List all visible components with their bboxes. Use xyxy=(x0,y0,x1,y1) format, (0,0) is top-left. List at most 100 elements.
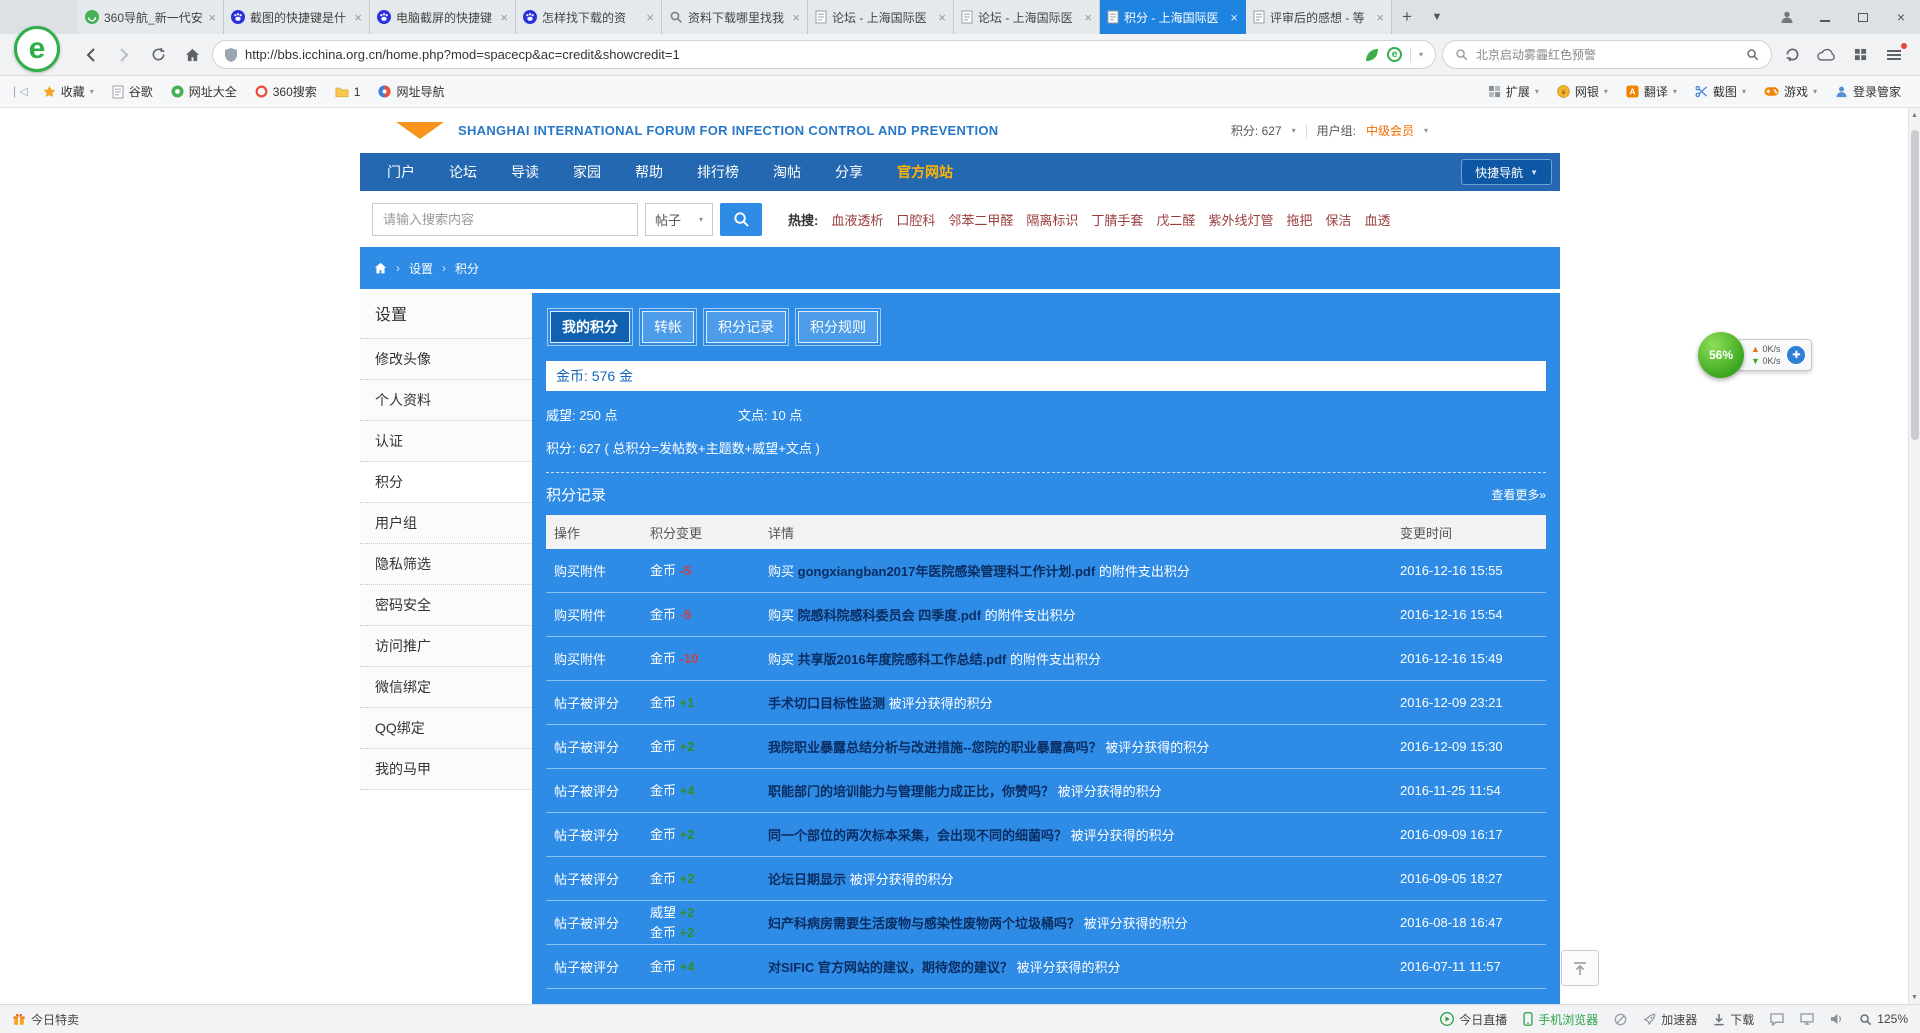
breadcrumb-link[interactable]: 设置 xyxy=(409,260,433,277)
sidebar-item[interactable]: 积分 xyxy=(360,462,532,503)
credit-tab[interactable]: 积分规则 xyxy=(798,311,878,343)
sidebar-item[interactable]: 用户组 xyxy=(360,503,532,544)
hot-search-link[interactable]: 丁腈手套 xyxy=(1091,210,1143,229)
view-more-link[interactable]: 查看更多» xyxy=(1491,486,1546,503)
forum-nav-item[interactable]: 家园 xyxy=(556,153,618,191)
home-icon[interactable] xyxy=(374,262,387,275)
hot-search-link[interactable]: 隔离标识 xyxy=(1026,210,1078,229)
sidebar-item[interactable]: 隐私筛选 xyxy=(360,544,532,585)
sidebar-item[interactable]: 我的马甲 xyxy=(360,749,532,790)
forum-nav-item[interactable]: 门户 xyxy=(370,153,432,191)
zoom-control[interactable]: 125% xyxy=(1859,1012,1908,1026)
minimize-button[interactable] xyxy=(1806,0,1844,34)
breadcrumb-link[interactable]: 积分 xyxy=(455,260,479,277)
forum-search-input[interactable] xyxy=(372,203,638,236)
status-tool-rocket[interactable]: 加速器 xyxy=(1643,1011,1697,1028)
collapse-bookmarks-icon[interactable]: ❘◁ xyxy=(10,85,28,98)
url-text[interactable]: http://bbs.icchina.org.cn/home.php?mod=s… xyxy=(245,47,1357,62)
hot-search-link[interactable]: 邻苯二甲醛 xyxy=(948,210,1013,229)
toolbar-item[interactable]: ¥网银▾ xyxy=(1548,76,1617,107)
bookmark-item[interactable]: 网址导航 xyxy=(369,76,453,107)
browser-tab[interactable]: 怎样找下载的资× xyxy=(516,0,662,34)
account-icon[interactable] xyxy=(1768,0,1806,34)
forum-nav-item[interactable]: 排行榜 xyxy=(680,153,756,191)
page-speedup-leaf-icon[interactable] xyxy=(1365,48,1379,62)
sidebar-item[interactable]: 密码安全 xyxy=(360,585,532,626)
browser-tab[interactable]: 论坛 - 上海国际医× xyxy=(954,0,1100,34)
forum-nav-item[interactable]: 论坛 xyxy=(432,153,494,191)
forum-nav-item[interactable]: 帮助 xyxy=(618,153,680,191)
forum-nav-item[interactable]: 官方网站 xyxy=(880,153,970,191)
page-scrollbar[interactable]: ▲ ▼ xyxy=(1908,108,1920,1004)
hot-search-link[interactable]: 戊二醛 xyxy=(1156,210,1195,229)
credit-tab[interactable]: 积分记录 xyxy=(706,311,786,343)
forum-nav-item[interactable]: 淘帖 xyxy=(756,153,818,191)
tab-close-icon[interactable]: × xyxy=(938,11,946,24)
log-detail-link[interactable]: 论坛日期显示 xyxy=(768,872,846,887)
user-group-value[interactable]: 中级会员 xyxy=(1366,122,1414,139)
sync-history-icon[interactable] xyxy=(1778,41,1806,69)
reader-mode-icon[interactable]: e xyxy=(1387,47,1402,62)
refresh-button[interactable] xyxy=(144,41,172,69)
apps-grid-icon[interactable] xyxy=(1846,41,1874,69)
new-tab-button[interactable]: + xyxy=(1392,0,1422,34)
tab-close-icon[interactable]: × xyxy=(354,11,362,24)
browser-tab[interactable]: 积分 - 上海国际医× xyxy=(1100,0,1246,34)
log-detail-link[interactable]: 手术切口目标性监测 xyxy=(768,696,885,711)
credit-tab[interactable]: 转帐 xyxy=(642,311,694,343)
main-menu-icon[interactable] xyxy=(1880,41,1908,69)
status-tool-phone[interactable]: 手机浏览器 xyxy=(1523,1011,1598,1028)
browser-search-text[interactable]: 北京启动雾霾红色预警 xyxy=(1476,46,1738,63)
speedup-button[interactable]: ✚ xyxy=(1787,346,1805,364)
browser-tab[interactable]: 论坛 - 上海国际医× xyxy=(808,0,954,34)
browser-tab[interactable]: 截图的快捷键是什× xyxy=(224,0,370,34)
browser-tab[interactable]: 360导航_新一代安× xyxy=(78,0,224,34)
hot-search-link[interactable]: 紫外线灯管 xyxy=(1208,210,1273,229)
toolbar-item[interactable]: 登录管家 xyxy=(1826,76,1910,107)
url-bar[interactable]: http://bbs.icchina.org.cn/home.php?mod=s… xyxy=(212,40,1436,69)
network-speed-widget[interactable]: 56% ▲ 0K/s ▼ 0K/s ✚ xyxy=(1698,332,1812,378)
log-detail-link[interactable]: 共享版2016年度院感科工作总结.pdf xyxy=(798,652,1007,667)
back-to-top-button[interactable] xyxy=(1561,950,1599,986)
log-detail-link[interactable]: 院感科院感科委员会 四季度.pdf xyxy=(798,608,981,623)
browser-tab[interactable]: 电脑截屏的快捷键× xyxy=(370,0,516,34)
scroll-up-arrow-icon[interactable]: ▲ xyxy=(1909,108,1920,122)
tab-close-icon[interactable]: × xyxy=(208,11,216,24)
bookmark-item[interactable]: 谷歌 xyxy=(103,76,162,107)
sidebar-item[interactable]: QQ绑定 xyxy=(360,708,532,749)
status-tool-block[interactable] xyxy=(1614,1013,1627,1026)
scrollbar-thumb[interactable] xyxy=(1911,130,1919,440)
status-tool-download[interactable]: 下载 xyxy=(1713,1011,1754,1028)
status-tool-play[interactable]: 今日直播 xyxy=(1440,1011,1507,1028)
forward-button[interactable] xyxy=(110,41,138,69)
forum-search-button[interactable] xyxy=(720,203,762,236)
bookmark-item[interactable]: 1 xyxy=(326,76,370,107)
bookmark-item[interactable]: 收藏▾ xyxy=(34,76,103,107)
maximize-button[interactable] xyxy=(1844,0,1882,34)
url-dropdown-icon[interactable]: ▾ xyxy=(1419,50,1423,59)
log-detail-link[interactable]: 对SIFIC 官方网站的建议，期待您的建议？ xyxy=(768,960,1013,975)
sidebar-item[interactable]: 认证 xyxy=(360,421,532,462)
forum-nav-item[interactable]: 分享 xyxy=(818,153,880,191)
cloud-download-icon[interactable] xyxy=(1812,41,1840,69)
daily-deals-button[interactable]: 今日特卖 xyxy=(12,1011,79,1028)
browser-search-box[interactable]: 北京启动雾霾红色预警 xyxy=(1442,40,1772,69)
log-detail-link[interactable]: 同一个部位的两次标本采集，会出现不同的细菌吗？ xyxy=(768,828,1067,843)
status-tool-chat[interactable] xyxy=(1770,1013,1784,1026)
toolbar-item[interactable]: 扩展▾ xyxy=(1479,76,1548,107)
log-detail-link[interactable]: 妇产科病房需要生活废物与感染性废物两个垃圾桶吗？ xyxy=(768,916,1080,931)
tab-close-icon[interactable]: × xyxy=(1230,11,1238,24)
credit-tab[interactable]: 我的积分 xyxy=(550,311,630,343)
status-tool-monitor[interactable] xyxy=(1800,1013,1814,1025)
sidebar-item[interactable]: 微信绑定 xyxy=(360,667,532,708)
toolbar-item[interactable]: A翻译▾ xyxy=(1617,76,1686,107)
scroll-down-arrow-icon[interactable]: ▼ xyxy=(1909,990,1920,1004)
quick-nav-button[interactable]: 快捷导航 ▼ xyxy=(1461,159,1552,185)
back-button[interactable] xyxy=(76,41,104,69)
search-type-select[interactable]: 帖子 ▾ xyxy=(645,203,713,236)
sidebar-item[interactable]: 访问推广 xyxy=(360,626,532,667)
forum-nav-item[interactable]: 导读 xyxy=(494,153,556,191)
log-detail-link[interactable]: 我院职业暴露总结分析与改进措施--您院的职业暴露高吗？ xyxy=(768,740,1102,755)
bookmark-item[interactable]: 网址大全 xyxy=(162,76,246,107)
tab-close-icon[interactable]: × xyxy=(792,11,800,24)
